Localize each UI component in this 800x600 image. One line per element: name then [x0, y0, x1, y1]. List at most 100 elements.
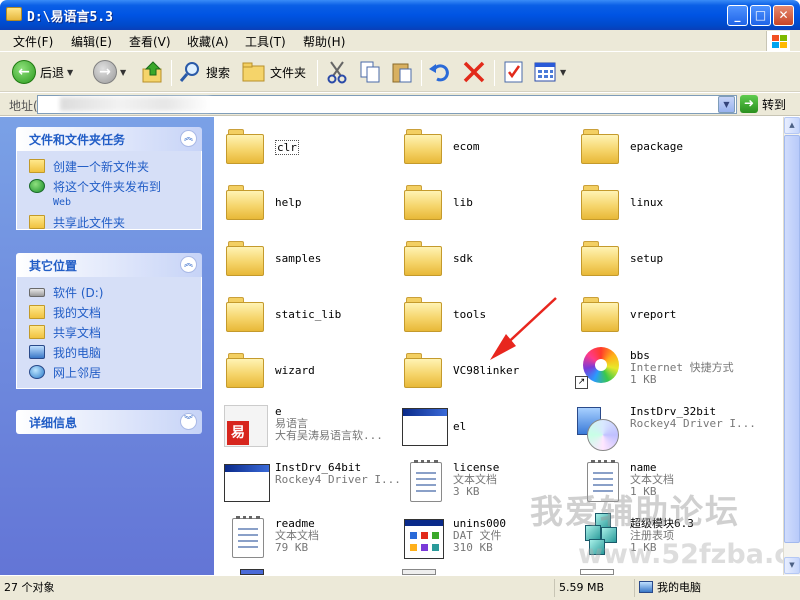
details-title: 详细信息	[29, 416, 78, 430]
folder-item[interactable]: samples	[218, 231, 388, 285]
text-document-icon	[232, 516, 264, 558]
collapse-chevron-icon[interactable]: ︽	[180, 256, 197, 273]
folder-item[interactable]: VC98linker	[396, 343, 566, 397]
up-folder-button[interactable]	[141, 59, 165, 85]
menu-file[interactable]: 文件(F)	[13, 33, 53, 50]
file-item[interactable]: 易 e 易语言 大有吴涛易语言软...	[218, 399, 390, 453]
menu-favorites[interactable]: 收藏(A)	[187, 33, 229, 50]
folder-icon	[6, 7, 22, 21]
vertical-scrollbar[interactable]: ▲ ▼	[783, 117, 800, 575]
folder-item[interactable]: sdk	[396, 231, 566, 285]
folder-icon	[581, 241, 621, 277]
search-icon	[179, 62, 199, 82]
folders-button[interactable]: 文件夹	[242, 59, 306, 85]
folder-item[interactable]: linux	[573, 175, 743, 229]
text-document-icon	[410, 460, 442, 502]
file-type: Rockey4 Driver I...	[630, 417, 756, 430]
folder-item[interactable]: lib	[396, 175, 566, 229]
scroll-down-button[interactable]: ▼	[784, 557, 800, 574]
file-tasks-panel: 文件和文件夹任务 ︽ 创建一个新文件夹 将这个文件夹发布到 Web 共享此文件夹	[16, 127, 202, 230]
network-icon	[29, 365, 45, 379]
properties-icon	[504, 61, 523, 83]
installer-cd-icon	[577, 405, 623, 451]
go-button[interactable]: ➜ 转到	[740, 95, 786, 113]
folder-item[interactable]: epackage	[573, 119, 743, 173]
file-size: 大有吴涛易语言软...	[275, 429, 383, 442]
file-tasks-header[interactable]: 文件和文件夹任务 ︽	[16, 127, 202, 151]
details-header[interactable]: 详细信息 ︾	[16, 410, 202, 434]
undo-button[interactable]	[428, 59, 452, 85]
search-label: 搜索	[206, 65, 231, 80]
internet-shortcut-icon	[583, 347, 619, 383]
minimize-button[interactable]: _	[727, 5, 748, 26]
address-input[interactable]	[37, 95, 737, 114]
expand-chevron-icon[interactable]: ︾	[180, 413, 197, 430]
folder-item[interactable]: help	[218, 175, 388, 229]
cut-button[interactable]	[326, 59, 348, 85]
dropdown-caret-icon: ▼	[67, 67, 74, 77]
details-panel: 详细信息 ︾	[16, 410, 202, 434]
folder-item[interactable]: static_lib	[218, 287, 388, 341]
folder-item[interactable]: vreport	[573, 287, 743, 341]
place-my-documents[interactable]: 我的文档	[17, 305, 201, 320]
e-language-icon: 易	[224, 405, 268, 447]
windows-logo-icon	[766, 31, 790, 51]
scroll-up-button[interactable]: ▲	[784, 117, 800, 134]
folders-label: 文件夹	[270, 65, 307, 80]
menu-help[interactable]: 帮助(H)	[303, 33, 345, 50]
delete-button[interactable]	[462, 59, 486, 85]
menu-view[interactable]: 查看(V)	[129, 33, 171, 50]
file-item[interactable]: InstDrv_32bit Rockey4 Driver I...	[573, 399, 773, 453]
collapse-chevron-icon[interactable]: ︽	[180, 130, 197, 147]
forward-arrow-icon: →	[93, 60, 117, 84]
up-folder-icon	[142, 61, 162, 83]
back-arrow-icon: ←	[12, 60, 36, 84]
maximize-button[interactable]: □	[750, 5, 771, 26]
folder-item[interactable]: wizard	[218, 343, 388, 397]
folder-item[interactable]: ecom	[396, 119, 566, 173]
paste-button[interactable]	[390, 59, 414, 85]
folder-icon	[581, 129, 621, 165]
close-button[interactable]: ✕	[773, 5, 794, 26]
address-bar: 地址(D) ▼ ➜ 转到	[0, 93, 800, 116]
forward-button[interactable]: → ▼	[93, 59, 126, 85]
other-places-panel: 其它位置 ︽ 软件 (D:) 我的文档 共享文档 我的电脑 网上邻居	[16, 253, 202, 389]
my-computer-icon	[29, 345, 45, 359]
copy-button[interactable]	[358, 59, 382, 85]
delete-x-icon	[463, 61, 485, 83]
views-button[interactable]: ▼	[533, 59, 566, 85]
file-item[interactable]: InstDrv_64bit Rockey4 Driver I...	[218, 455, 401, 509]
folder-item[interactable]: setup	[573, 231, 743, 285]
place-drive-d[interactable]: 软件 (D:)	[17, 286, 201, 300]
address-dropdown-button[interactable]: ▼	[718, 96, 735, 113]
search-button[interactable]: 搜索	[178, 59, 230, 85]
other-places-header[interactable]: 其它位置 ︽	[16, 253, 202, 277]
task-share-folder[interactable]: 共享此文件夹	[17, 215, 201, 230]
back-button[interactable]: ← 后退 ▼	[12, 59, 73, 85]
menu-edit[interactable]: 编辑(E)	[71, 33, 112, 50]
scroll-thumb[interactable]	[784, 135, 800, 543]
folder-name: lib	[453, 196, 473, 209]
folder-item[interactable]: tools	[396, 287, 566, 341]
properties-button[interactable]	[502, 59, 526, 85]
menu-tools[interactable]: 工具(T)	[245, 33, 286, 50]
object-count: 27 个对象	[4, 581, 55, 594]
place-my-computer[interactable]: 我的电脑	[17, 345, 201, 360]
location-label: 我的电脑	[657, 581, 701, 594]
shared-documents-icon	[29, 325, 45, 339]
file-item[interactable]: readme 文本文档 79 KB	[218, 511, 388, 565]
file-item[interactable]: el	[396, 399, 566, 453]
folder-item[interactable]: clr	[218, 119, 388, 173]
place-shared-documents[interactable]: 共享文档	[17, 325, 201, 340]
task-new-folder[interactable]: 创建一个新文件夹	[17, 159, 201, 174]
folder-name: help	[275, 196, 302, 209]
task-publish-web[interactable]: 将这个文件夹发布到 Web	[17, 179, 201, 210]
place-network[interactable]: 网上邻居	[17, 365, 201, 380]
paste-icon	[392, 63, 412, 83]
folder-icon	[226, 185, 266, 221]
folder-icon	[226, 353, 266, 389]
folder-name: linux	[630, 196, 664, 209]
file-item[interactable]: ↗ bbs Internet 快捷方式 1 KB	[573, 343, 773, 397]
menu-bar: 文件(F) 编辑(E) 查看(V) 收藏(A) 工具(T) 帮助(H)	[0, 30, 800, 52]
folder-name: clr	[275, 140, 299, 155]
